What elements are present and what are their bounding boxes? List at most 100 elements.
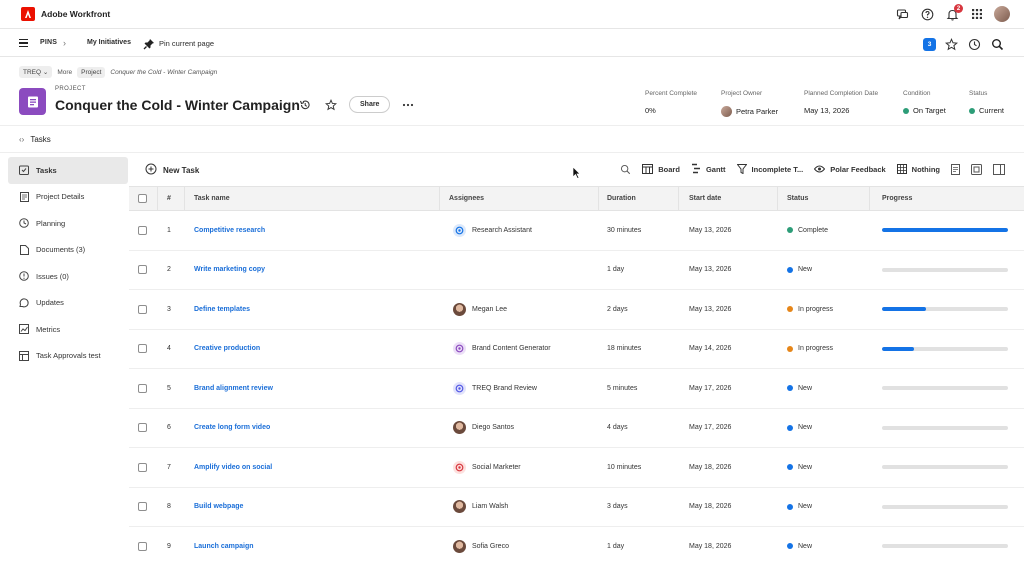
- breadcrumb-more[interactable]: More: [57, 69, 72, 76]
- table-row[interactable]: 6 Create long form video Diego Santos 4 day…: [129, 409, 1024, 448]
- history-icon[interactable]: [297, 97, 313, 113]
- start-date-cell[interactable]: May 13, 2026: [689, 251, 731, 290]
- row-checkbox[interactable]: [138, 448, 147, 487]
- sidebar-item-updates[interactable]: Updates: [8, 290, 128, 317]
- assignee-cell[interactable]: Research Assistant: [453, 211, 532, 250]
- status-cell[interactable]: Complete: [787, 211, 828, 250]
- toolbar-search-icon[interactable]: [620, 164, 631, 175]
- table-row[interactable]: 3 Define templates Megan Lee 2 days May 13, …: [129, 290, 1024, 330]
- chevron-right-icon[interactable]: ›: [63, 38, 66, 48]
- row-checkbox[interactable]: [138, 330, 147, 369]
- start-date-cell[interactable]: May 13, 2026: [689, 290, 731, 329]
- start-date-cell[interactable]: May 18, 2026: [689, 448, 731, 487]
- status-cell[interactable]: In progress: [787, 290, 833, 329]
- task-name-link[interactable]: Launch campaign: [194, 527, 254, 565]
- status-cell[interactable]: New: [787, 488, 812, 527]
- duration-cell[interactable]: 18 minutes: [607, 330, 641, 369]
- table-row[interactable]: 1 Competitive research Research Assistant 3…: [129, 211, 1024, 251]
- meta-project-owner[interactable]: Project Owner Petra Parker: [721, 90, 778, 117]
- menu-icon[interactable]: [19, 39, 28, 47]
- task-name-link[interactable]: Creative production: [194, 330, 260, 369]
- assignee-cell[interactable]: Megan Lee: [453, 290, 507, 329]
- pin-current-page-button[interactable]: Pin current page: [159, 39, 214, 48]
- column-header-start-date[interactable]: Start date: [689, 187, 721, 210]
- sidebar-item-planning[interactable]: Planning: [8, 210, 128, 237]
- assignee-cell[interactable]: Liam Walsh: [453, 488, 508, 527]
- sidebar-item-metrics[interactable]: Metrics: [8, 316, 128, 343]
- task-name-link[interactable]: Brand alignment review: [194, 369, 273, 408]
- row-checkbox[interactable]: [138, 211, 147, 250]
- sidebar-item-project-details[interactable]: Project Details: [8, 184, 128, 211]
- table-row[interactable]: 4 Creative production Brand Content Genera…: [129, 330, 1024, 369]
- assignee-cell[interactable]: Diego Santos: [453, 409, 514, 448]
- row-checkbox[interactable]: [138, 369, 147, 408]
- assignee-cell[interactable]: Sofia Greco: [453, 527, 509, 565]
- row-checkbox[interactable]: [138, 527, 147, 565]
- task-name-link[interactable]: Create long form video: [194, 409, 270, 448]
- duration-cell[interactable]: 10 minutes: [607, 448, 641, 487]
- duration-cell[interactable]: 5 minutes: [607, 369, 637, 408]
- help-icon[interactable]: [919, 6, 935, 22]
- duration-cell[interactable]: 2 days: [607, 290, 628, 329]
- start-date-cell[interactable]: May 18, 2026: [689, 488, 731, 527]
- status-cell[interactable]: New: [787, 369, 812, 408]
- table-row[interactable]: 2 Write marketing copy 1 day May 13, 2026 Ne…: [129, 251, 1024, 290]
- start-date-cell[interactable]: May 18, 2026: [689, 527, 731, 565]
- breadcrumb-org[interactable]: TREQ ⌄: [19, 66, 53, 78]
- feedback-icon[interactable]: [894, 6, 910, 22]
- user-avatar[interactable]: [994, 6, 1010, 22]
- share-button[interactable]: Share: [349, 96, 391, 113]
- search-icon[interactable]: [989, 36, 1005, 52]
- column-header-number[interactable]: #: [167, 187, 171, 210]
- task-name-link[interactable]: Amplify video on social: [194, 448, 272, 487]
- grouping-button[interactable]: Nothing: [896, 163, 940, 176]
- view-button[interactable]: Polar Feedback: [814, 165, 886, 175]
- row-checkbox[interactable]: [138, 251, 147, 290]
- column-header-duration[interactable]: Duration: [607, 187, 636, 210]
- column-header-status[interactable]: Status: [787, 187, 808, 210]
- sidebar-item-task-approvals-test[interactable]: Task Approvals test: [8, 343, 128, 370]
- table-row[interactable]: 8 Build webpage Liam Walsh 3 days May 18, 20…: [129, 488, 1024, 527]
- meta-status[interactable]: Status Current: [969, 90, 1004, 115]
- assignee-cell[interactable]: Social Marketer: [453, 448, 521, 487]
- adobe-logo-icon[interactable]: [21, 7, 35, 21]
- row-checkbox[interactable]: [138, 409, 147, 448]
- duration-cell[interactable]: 3 days: [607, 488, 628, 527]
- history-clock-icon[interactable]: [966, 36, 982, 52]
- task-name-link[interactable]: Define templates: [194, 290, 250, 329]
- breadcrumb-type[interactable]: Project: [77, 66, 106, 78]
- sidebar-item-documents-3[interactable]: Documents (3): [8, 237, 128, 264]
- column-header-task-name[interactable]: Task name: [194, 187, 230, 210]
- status-cell[interactable]: New: [787, 448, 812, 487]
- assignee-cell[interactable]: TREQ Brand Review: [453, 369, 537, 408]
- meta-condition[interactable]: Condition On Target: [903, 90, 946, 115]
- table-row[interactable]: 9 Launch campaign Sofia Greco 1 day May 18, …: [129, 527, 1024, 565]
- status-cell[interactable]: New: [787, 409, 812, 448]
- row-checkbox[interactable]: [138, 290, 147, 329]
- status-cell[interactable]: In progress: [787, 330, 833, 369]
- start-date-cell[interactable]: May 14, 2026: [689, 330, 731, 369]
- pin-my-initiatives[interactable]: My Initiatives: [87, 39, 131, 46]
- start-date-cell[interactable]: May 17, 2026: [689, 369, 731, 408]
- pin-icon[interactable]: [143, 37, 155, 55]
- column-header-assignees[interactable]: Assignees: [449, 187, 484, 210]
- export-icon[interactable]: [971, 164, 982, 175]
- favorite-star-icon[interactable]: [323, 97, 339, 113]
- duration-cell[interactable]: 1 day: [607, 527, 624, 565]
- status-cell[interactable]: New: [787, 527, 812, 565]
- assignee-cell[interactable]: Brand Content Generator: [453, 330, 551, 369]
- column-header-progress[interactable]: Progress: [882, 187, 912, 210]
- start-date-cell[interactable]: May 13, 2026: [689, 211, 731, 250]
- filter-button[interactable]: Incomplete T...: [736, 163, 803, 176]
- star-icon[interactable]: [943, 36, 959, 52]
- notifications-icon[interactable]: 2: [944, 4, 963, 22]
- start-date-cell[interactable]: May 17, 2026: [689, 409, 731, 448]
- document-icon[interactable]: [951, 164, 960, 175]
- task-name-link[interactable]: Build webpage: [194, 488, 243, 527]
- duration-cell[interactable]: 1 day: [607, 251, 624, 290]
- apps-grid-icon[interactable]: [969, 6, 985, 22]
- select-all-checkbox[interactable]: [138, 187, 147, 210]
- gantt-view-button[interactable]: Gantt: [691, 163, 726, 176]
- duration-cell[interactable]: 4 days: [607, 409, 628, 448]
- task-name-link[interactable]: Competitive research: [194, 211, 265, 250]
